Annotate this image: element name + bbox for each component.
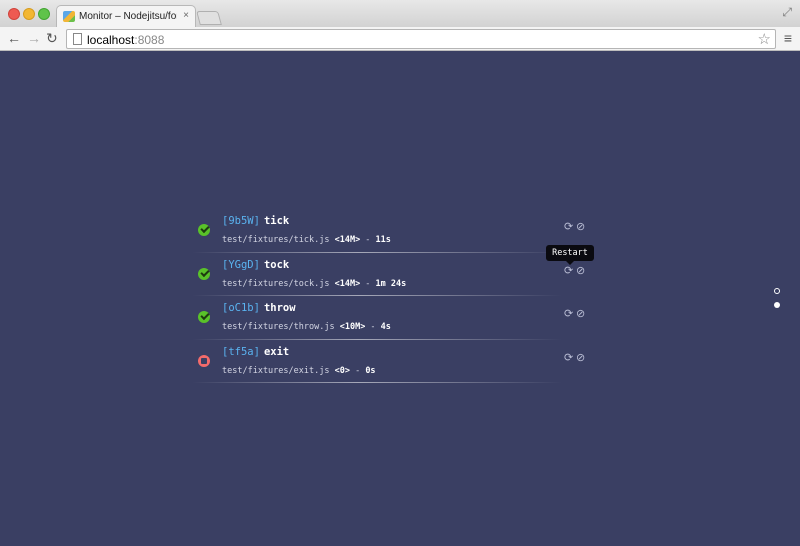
process-name: tock (263, 258, 290, 271)
minimize-window-button[interactable] (23, 8, 35, 20)
process-file: test/fixtures/exit.js (222, 365, 330, 376)
process-memory: <10M> (339, 322, 366, 332)
process-id: [9b5W] (222, 215, 260, 227)
zoom-window-button[interactable] (38, 8, 50, 20)
process-memory: <0> (334, 365, 350, 376)
process-row: [9b5W] tick test/fixtures/tick.js <14M> -… (192, 210, 592, 254)
process-file: test/fixtures/tick.js (222, 235, 330, 245)
fullscreen-icon[interactable]: ⤢ (782, 5, 792, 20)
close-window-button[interactable] (8, 8, 20, 20)
stopped-status-icon (198, 354, 210, 367)
process-row: [YGgD] tock test/fixtures/tock.js <14M> -… (192, 254, 592, 298)
running-status-icon (198, 224, 210, 236)
process-row: [tf5a] exit test/fixtures/exit.js <0> - 0… (192, 341, 592, 385)
process-list: [9b5W] tick test/fixtures/tick.js <14M> -… (192, 210, 592, 384)
restart-icon[interactable]: ⟳ (564, 309, 573, 320)
tab-close-icon[interactable]: × (183, 10, 189, 21)
stop-icon[interactable]: ⊘ (576, 352, 585, 364)
running-status-icon (198, 311, 210, 323)
stop-icon[interactable]: ⊘ (576, 222, 585, 233)
process-id: [YGgD] (222, 258, 260, 271)
process-name: exit (263, 345, 290, 358)
process-uptime: 0s (365, 365, 376, 376)
url-port: :8088 (134, 33, 165, 47)
process-separator: - (365, 322, 381, 332)
process-id: [tf5a] (222, 345, 260, 358)
process-memory: <14M> (334, 235, 361, 245)
reload-icon[interactable]: ↻ (46, 30, 58, 46)
restart-icon[interactable]: ⟳ (564, 222, 573, 233)
address-bar[interactable]: localhost:8088 ☆ (66, 29, 776, 49)
back-arrow-icon[interactable]: ← (7, 30, 21, 46)
browser-toolbar: ← → ↻ localhost:8088 ☆ ≡ (0, 27, 800, 51)
restart-tooltip: Restart (546, 245, 594, 265)
process-uptime: 11s (375, 235, 391, 245)
running-status-icon (198, 267, 210, 280)
process-row: [oC1b] throw test/fixtures/throw.js <10M>… (192, 297, 592, 341)
process-name: tick (263, 215, 290, 227)
restart-icon[interactable]: ⟳ (564, 352, 573, 364)
stop-icon[interactable]: ⊘ (576, 265, 585, 277)
page-dot-1[interactable] (774, 288, 780, 294)
process-separator: - (360, 235, 376, 245)
tab-title: Monitor – Nodejitsu/forever (79, 11, 177, 22)
process-file: test/fixtures/throw.js (222, 322, 335, 332)
process-name: throw (263, 302, 296, 314)
process-file: test/fixtures/tock.js (222, 278, 330, 289)
process-memory: <14M> (334, 278, 361, 289)
bookmark-star-icon[interactable]: ☆ (758, 30, 771, 48)
restart-icon[interactable]: ⟳ (564, 265, 573, 277)
page-icon (73, 33, 82, 45)
window-titlebar: Monitor – Nodejitsu/forever × ⤢ (0, 0, 800, 27)
stop-icon[interactable]: ⊘ (576, 309, 585, 320)
favicon-icon (63, 11, 75, 22)
process-uptime: 4s (380, 322, 391, 332)
process-uptime: 1m 24s (375, 278, 407, 289)
forward-arrow-icon[interactable]: → (27, 30, 41, 46)
url-host: localhost (87, 33, 135, 47)
browser-tab[interactable]: Monitor – Nodejitsu/forever × (56, 5, 196, 27)
new-tab-button[interactable] (196, 11, 222, 25)
process-separator: - (360, 278, 376, 289)
menu-icon[interactable]: ≡ (784, 30, 792, 46)
process-id: [oC1b] (222, 302, 260, 314)
process-separator: - (349, 365, 366, 376)
page-dot-2[interactable] (774, 302, 780, 308)
